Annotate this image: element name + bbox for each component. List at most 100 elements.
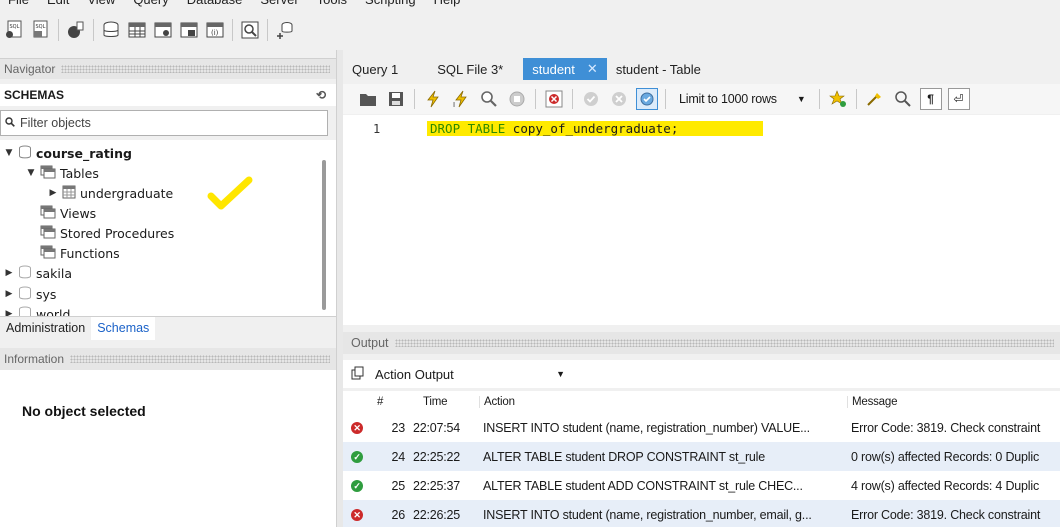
action-output-table: # Time Action Message ✕ 23 22:07:54 INSE… [343, 391, 1060, 527]
tree-item-sakila[interactable]: ▶ sakila [4, 263, 72, 283]
toggle-error-stop-icon[interactable] [543, 88, 565, 110]
menu-database[interactable]: Database [183, 0, 257, 8]
tab-student-table[interactable]: student - Table [607, 58, 710, 80]
main-toolbar: SQL SQL (i) [0, 12, 1060, 48]
expand-arrow-icon[interactable]: ▼ [26, 168, 36, 178]
menu-tools[interactable]: Tools [313, 0, 361, 8]
document-tabs: Query 1 SQL File 3* student ✕ student - … [343, 56, 1060, 80]
commit-icon[interactable] [580, 88, 602, 110]
find-icon[interactable] [892, 88, 914, 110]
refresh-icon[interactable]: ⟲ [316, 88, 326, 102]
menu-edit[interactable]: Edit [43, 0, 83, 8]
table-row[interactable]: ✓ 25 22:25:37 ALTER TABLE student ADD CO… [343, 471, 1060, 500]
open-file-icon[interactable] [357, 88, 379, 110]
sql-text: copy_of_undergraduate; [505, 121, 679, 136]
svg-text:SQL: SQL [10, 24, 20, 30]
output-type-label: Action Output [375, 366, 454, 382]
expand-arrow-icon[interactable]: ▼ [4, 148, 14, 158]
limit-rows-select[interactable]: Limit to 1000 rows ▼ [673, 92, 812, 106]
expand-arrow-icon[interactable]: ▶ [48, 188, 58, 198]
sql-code-line[interactable]: DROP TABLE copy_of_undergraduate; [427, 121, 763, 136]
sql-editor[interactable]: 1 DROP TABLE copy_of_undergraduate; [343, 115, 1060, 325]
wrap-lines-icon[interactable]: ⏎ [947, 88, 970, 110]
column-header-num[interactable]: # [371, 396, 401, 408]
database-icon [18, 145, 32, 162]
tree-item-tables[interactable]: ▼ Tables [26, 163, 99, 183]
tree-scrollbar[interactable] [322, 160, 326, 310]
output-type-select[interactable]: Action Output ▼ [375, 367, 565, 382]
row-time: 22:26:25 [413, 507, 461, 522]
table-row[interactable]: ✕ 23 22:07:54 INSERT INTO student (name,… [343, 413, 1060, 442]
menu-scripting[interactable]: Scripting [361, 0, 430, 8]
create-procedure-icon[interactable] [178, 19, 200, 41]
tree-item-course-rating[interactable]: ▼ course_rating [4, 143, 132, 163]
column-header-action[interactable]: Action [479, 396, 847, 408]
row-number: 26 [391, 507, 405, 522]
row-action: ALTER TABLE student ADD CONSTRAINT st_ru… [483, 478, 803, 493]
invisible-chars-icon[interactable]: ¶ [919, 88, 942, 110]
add-snippet-icon[interactable] [827, 88, 849, 110]
tree-item-stored-procedures[interactable]: Stored Procedures [40, 223, 174, 243]
autocommit-toggle-icon[interactable] [636, 88, 658, 110]
tab-administration[interactable]: Administration [0, 317, 91, 340]
create-schema-icon[interactable] [100, 19, 122, 41]
table-row[interactable]: ✕ 26 22:26:25 INSERT INTO student (name,… [343, 500, 1060, 527]
toolbar-separator [855, 89, 857, 109]
navigator-tabs: Administration Schemas [0, 316, 336, 340]
create-function-icon[interactable]: (i) [204, 19, 226, 41]
execute-icon[interactable] [422, 88, 444, 110]
execute-current-icon[interactable]: I [450, 88, 472, 110]
column-header-time[interactable]: Time [401, 396, 479, 408]
new-sql-tab-icon[interactable]: SQL [4, 19, 26, 41]
tree-item-world[interactable]: ▶ world [4, 304, 70, 316]
menu-file[interactable]: File [4, 0, 43, 8]
menu-query[interactable]: Query [129, 0, 182, 8]
explain-icon[interactable] [478, 88, 500, 110]
inspector-icon[interactable] [65, 19, 87, 41]
tab-label: Query 1 [352, 61, 399, 77]
expand-arrow-icon[interactable]: ▶ [4, 309, 14, 316]
column-header-message[interactable]: Message [847, 396, 1060, 408]
menu-help[interactable]: Help [430, 0, 475, 8]
save-icon[interactable] [385, 88, 407, 110]
stop-icon[interactable] [506, 88, 528, 110]
toolbar-separator [665, 89, 666, 109]
beautify-icon[interactable] [864, 88, 886, 110]
schemas-label: SCHEMAS [4, 88, 65, 102]
tree-item-views[interactable]: Views [40, 203, 96, 223]
reconnect-icon[interactable] [274, 19, 296, 41]
pane-splitter[interactable] [336, 50, 343, 527]
no-object-selected-text: No object selected [22, 403, 146, 419]
toolbar-separator [93, 19, 94, 41]
copy-icon[interactable] [351, 366, 365, 383]
open-sql-script-icon[interactable]: SQL [30, 19, 52, 41]
tab-student[interactable]: student ✕ [523, 58, 607, 80]
tab-sql-file-3[interactable]: SQL File 3* [407, 58, 523, 80]
tree-item-undergraduate[interactable]: ▶ undergraduate [48, 183, 173, 203]
tab-schemas[interactable]: Schemas [91, 317, 156, 340]
table-icon [62, 185, 76, 202]
close-tab-icon[interactable]: ✕ [587, 61, 598, 77]
menu-view[interactable]: View [83, 0, 129, 8]
expand-arrow-icon[interactable]: ▶ [4, 268, 14, 278]
tab-label: student - Table [615, 61, 701, 77]
tab-query-1[interactable]: Query 1 [343, 58, 407, 80]
menu-server[interactable]: Server [256, 0, 312, 8]
row-number: 23 [391, 420, 405, 435]
expand-arrow-icon[interactable]: ▶ [4, 289, 14, 299]
toolbar-separator [232, 19, 233, 41]
table-row[interactable]: ✓ 24 22:25:22 ALTER TABLE student DROP C… [343, 442, 1060, 471]
information-header: Information [0, 348, 336, 370]
rollback-icon[interactable] [608, 88, 630, 110]
tree-item-functions[interactable]: Functions [40, 243, 120, 263]
table-name: undergraduate [80, 185, 174, 201]
create-table-icon[interactable] [126, 19, 148, 41]
functions-folder-icon [40, 245, 56, 262]
schemas-header: SCHEMAS ⟲ [0, 84, 336, 106]
create-view-icon[interactable] [152, 19, 174, 41]
search-table-data-icon[interactable] [239, 19, 261, 41]
search-icon [5, 116, 15, 130]
row-action: ALTER TABLE student DROP CONSTRAINT st_r… [483, 449, 766, 464]
tree-item-sys[interactable]: ▶ sys [4, 284, 56, 304]
filter-objects-input[interactable]: Filter objects [0, 110, 328, 136]
